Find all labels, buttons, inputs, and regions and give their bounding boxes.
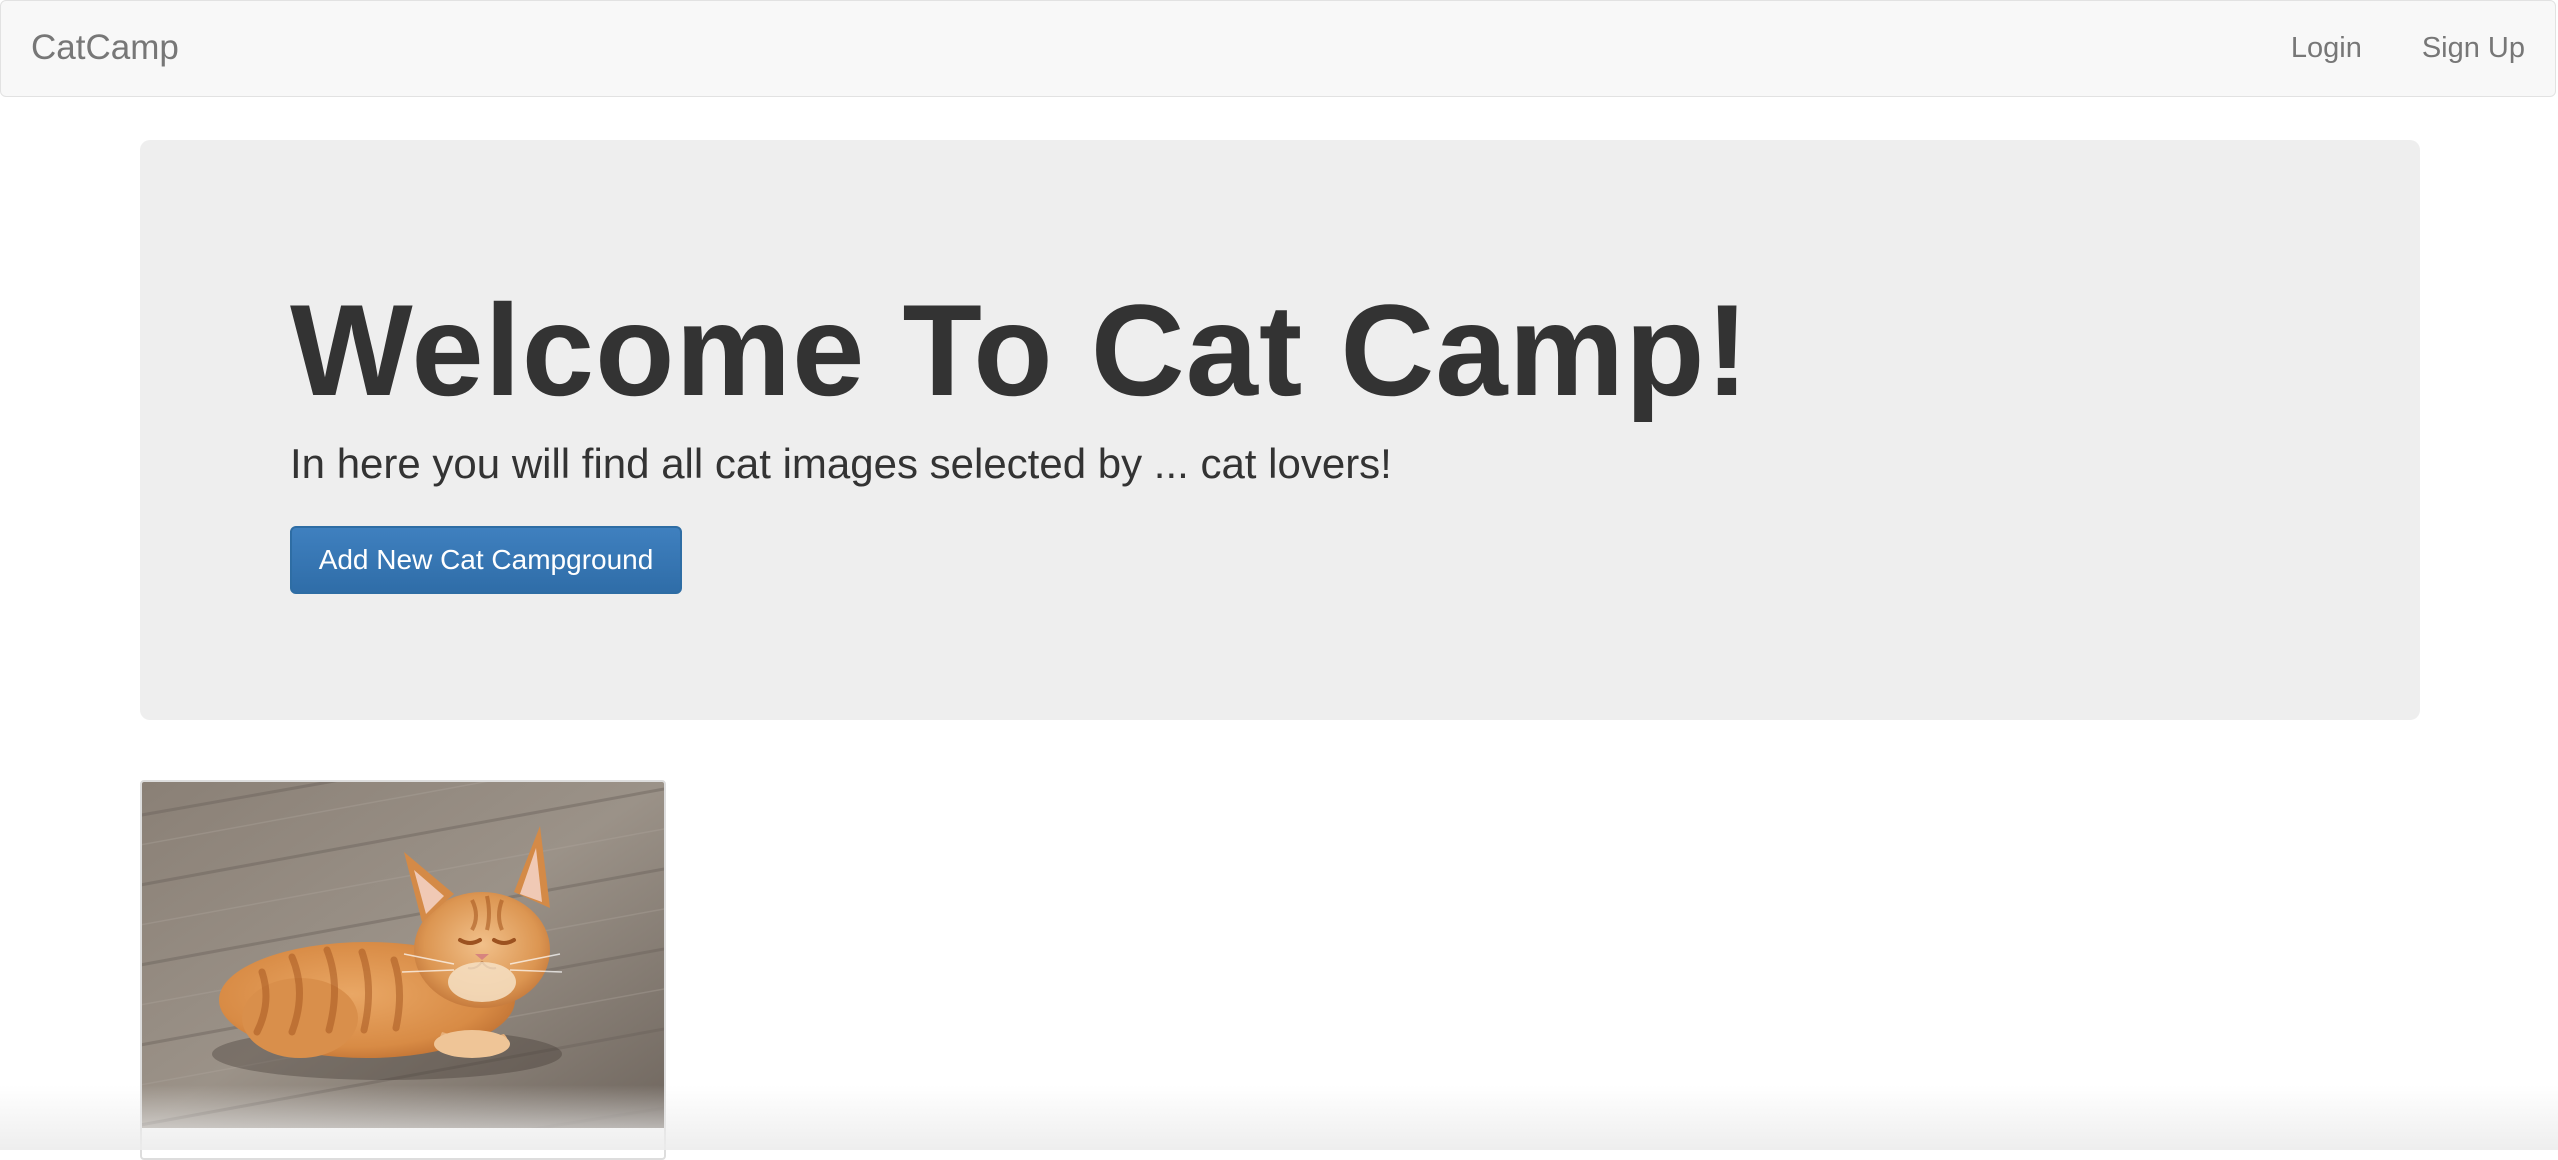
- add-new-cat-campground-button[interactable]: Add New Cat Campground: [290, 526, 682, 594]
- orange-cat-photo-icon: [142, 782, 664, 1128]
- top-navbar: CatCamp Login Sign Up: [0, 0, 2556, 97]
- welcome-jumbotron: Welcome To Cat Camp! In here you will fi…: [140, 140, 2420, 720]
- nav-links: Login Sign Up: [2291, 29, 2525, 67]
- page-title: Welcome To Cat Camp!: [290, 277, 1750, 423]
- campground-card[interactable]: [140, 780, 666, 1160]
- login-link[interactable]: Login: [2291, 29, 2362, 67]
- brand-link[interactable]: CatCamp: [31, 26, 179, 70]
- page-subtitle: In here you will find all cat images sel…: [290, 440, 1392, 487]
- sign-up-link[interactable]: Sign Up: [2422, 29, 2525, 67]
